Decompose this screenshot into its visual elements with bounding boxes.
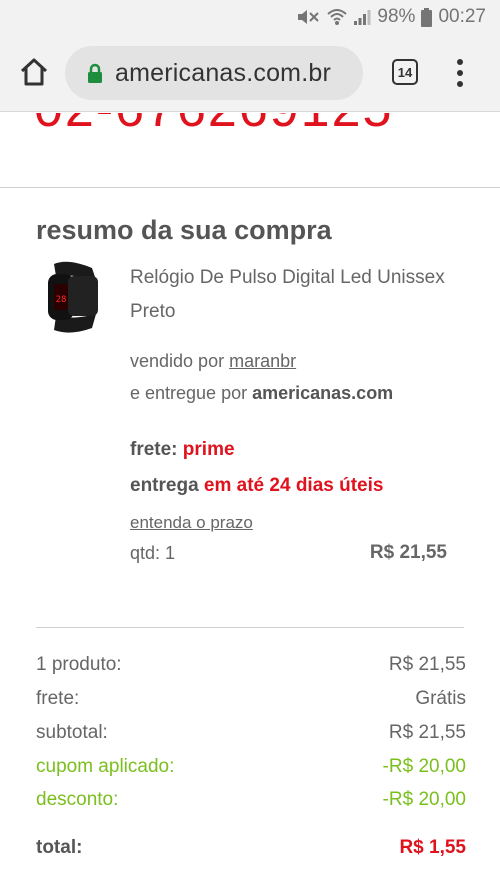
summary-row-subtotal: subtotal: R$ 21,55 <box>36 722 466 744</box>
delivery-value: em até 24 dias úteis <box>203 475 384 496</box>
address-bar[interactable]: americanas.com.br <box>65 46 363 100</box>
status-icons: 98% 00:27 <box>295 6 486 28</box>
status-bar: 98% 00:27 <box>0 0 500 34</box>
divider <box>36 627 464 628</box>
home-icon[interactable] <box>18 56 50 88</box>
wifi-icon <box>327 8 348 26</box>
summary-label: desconto: <box>36 789 119 810</box>
total-label: total: <box>36 837 83 858</box>
sold-by-label: vendido por <box>130 351 225 371</box>
mute-icon <box>295 8 321 26</box>
watch-image[interactable]: 28 <box>40 258 104 338</box>
svg-text:28: 28 <box>56 295 67 305</box>
summary-value: -R$ 20,00 <box>382 756 466 777</box>
page-content: 02-676269125 resumo da sua compra 28 Rel… <box>0 113 500 889</box>
summary-value: Grátis <box>415 688 466 709</box>
total-value: R$ 1,55 <box>399 837 466 858</box>
order-number: 02-676269125 <box>34 113 393 139</box>
tab-count: 14 <box>397 64 413 80</box>
summary-value: R$ 21,55 <box>388 654 466 675</box>
item-price: R$ 21,55 <box>369 542 447 563</box>
battery-percent: 98% <box>377 6 416 27</box>
summary-row-discount: desconto: -R$ 20,00 <box>36 789 466 811</box>
url-text: americanas.com.br <box>115 58 331 87</box>
delivered-by-label: e entregue por <box>130 383 248 403</box>
divider <box>0 187 500 188</box>
purchase-summary-title: resumo da sua compra <box>36 215 332 245</box>
summary-value: -R$ 20,00 <box>382 789 466 810</box>
shipping-line: frete: prime <box>130 439 235 461</box>
deadline-info-link[interactable]: entenda o prazo <box>130 513 253 533</box>
quantity: qtd: 1 <box>130 543 176 563</box>
summary-row-coupon: cupom aplicado: -R$ 20,00 <box>36 756 466 778</box>
summary-value: R$ 21,55 <box>388 722 466 743</box>
product-name[interactable]: Relógio De Pulso Digital Led Unissex Pre… <box>130 261 450 329</box>
summary-label: frete: <box>36 688 80 709</box>
browser-toolbar: americanas.com.br 14 <box>0 34 500 112</box>
delivered-by-line: e entregue por americanas.com <box>130 383 393 404</box>
signal-icon <box>353 8 371 26</box>
summary-label: cupom aplicado: <box>36 756 175 777</box>
seller-link[interactable]: maranbr <box>229 351 296 371</box>
summary-label: 1 produto: <box>36 654 122 675</box>
delivered-by-value: americanas.com <box>252 383 394 403</box>
summary-row-shipping: frete: Grátis <box>36 688 466 710</box>
battery-icon <box>421 7 433 27</box>
clock: 00:27 <box>438 6 486 27</box>
delivery-label: entrega <box>130 475 199 496</box>
summary-label: subtotal: <box>36 722 108 743</box>
tabs-icon[interactable]: 14 <box>392 59 418 85</box>
shipping-value: prime <box>182 439 235 460</box>
shipping-label: frete: <box>130 439 178 460</box>
lock-icon <box>87 63 103 83</box>
delivery-line: entrega em até 24 dias úteis <box>130 475 383 497</box>
summary-row-total: total: R$ 1,55 <box>36 837 466 859</box>
seller-line: vendido por maranbr <box>130 351 296 372</box>
summary-row-products: 1 produto: R$ 21,55 <box>36 654 466 676</box>
overflow-menu-icon[interactable] <box>452 56 468 90</box>
